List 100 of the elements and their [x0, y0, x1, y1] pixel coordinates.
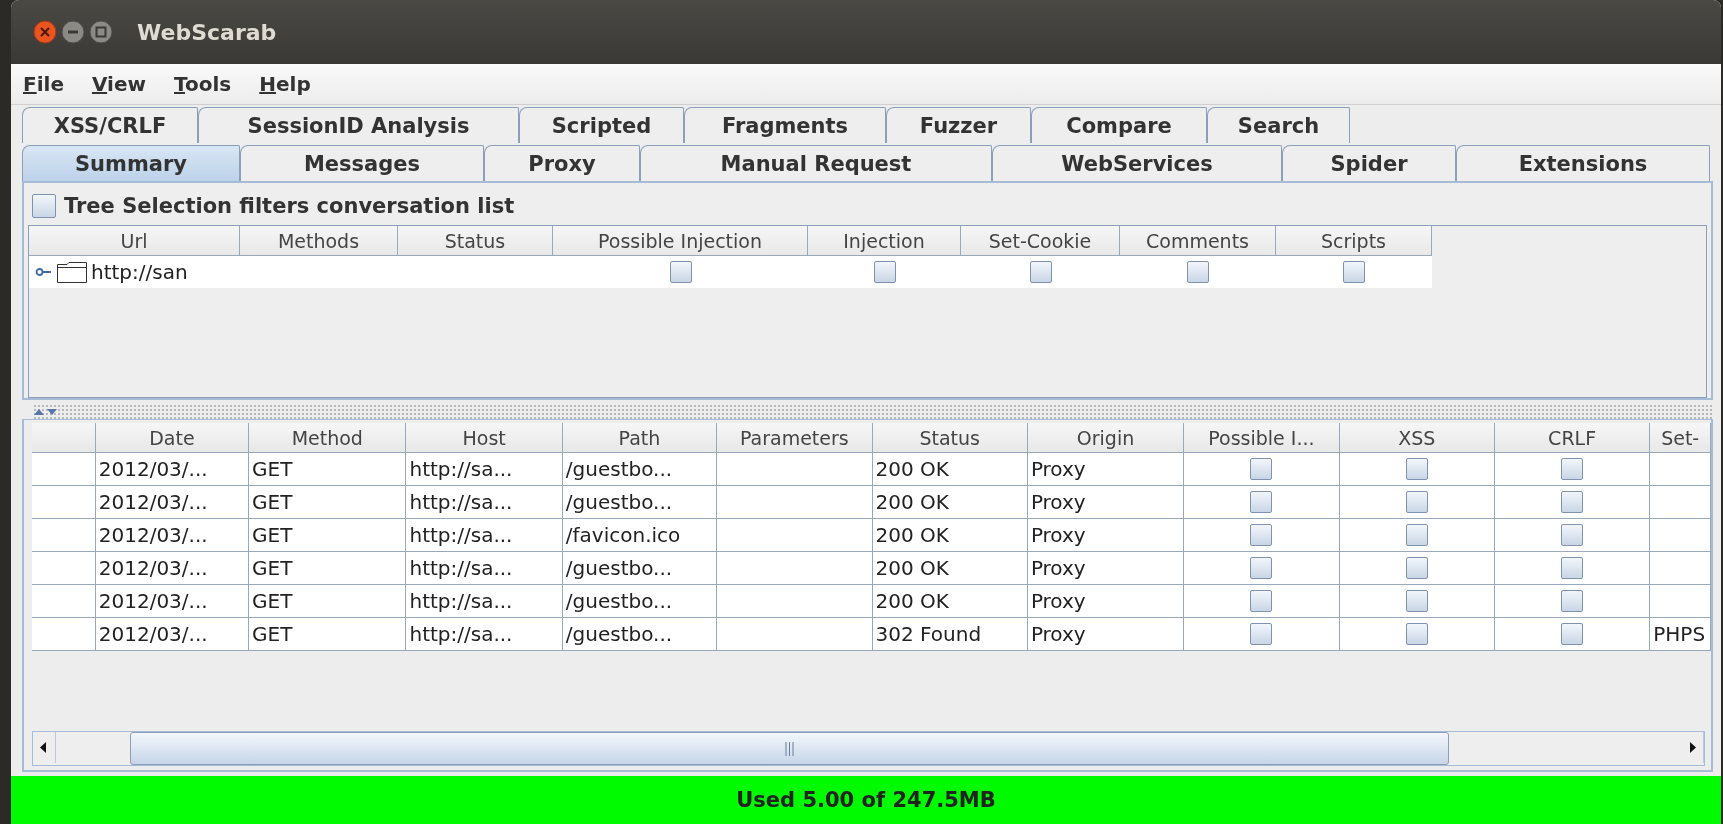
- horizontal-scrollbar[interactable]: [32, 731, 1705, 766]
- checkbox[interactable]: [1561, 491, 1584, 513]
- column-header[interactable]: Origin: [1027, 423, 1185, 453]
- column-header[interactable]: Possible Injection: [553, 226, 808, 256]
- checkbox[interactable]: [873, 261, 896, 283]
- table-cell: 200 OK: [872, 486, 1028, 519]
- table-cell: 2012/03/...: [95, 585, 250, 618]
- column-header[interactable]: Comments: [1120, 226, 1276, 256]
- tab[interactable]: Compare: [1031, 107, 1207, 143]
- table-cell: http://sa...: [406, 552, 563, 585]
- table-cell: Proxy: [1027, 519, 1185, 552]
- checkbox[interactable]: [1029, 261, 1052, 283]
- column-header[interactable]: Status: [398, 226, 553, 256]
- table-cell: PHPS: [1650, 618, 1711, 651]
- checkbox[interactable]: [1405, 590, 1428, 612]
- table-cell: /guestbo...: [562, 552, 718, 585]
- table-cell: http://sa...: [406, 618, 563, 651]
- column-header[interactable]: Set-Cookie: [961, 226, 1120, 256]
- checkbox-label: Tree Selection filters conversation list: [64, 194, 515, 218]
- table-cell: GET: [249, 519, 407, 552]
- close-icon[interactable]: [33, 20, 57, 44]
- tab[interactable]: Summary: [22, 145, 240, 181]
- checkbox[interactable]: [1561, 524, 1584, 546]
- checkbox[interactable]: [1187, 261, 1209, 283]
- column-header[interactable]: Injection: [808, 226, 961, 256]
- checkbox[interactable]: [1561, 557, 1584, 579]
- checkbox[interactable]: [1405, 623, 1428, 645]
- table-cell: GET: [249, 552, 407, 585]
- table-cell: GET: [249, 486, 407, 519]
- menu-item[interactable]: File: [23, 72, 64, 96]
- column-header[interactable]: Methods: [240, 226, 398, 256]
- table-cell: 2012/03/...: [95, 486, 250, 519]
- table-cell: http://sa...: [406, 519, 563, 552]
- checkbox[interactable]: [1250, 491, 1273, 513]
- tab[interactable]: WebServices: [992, 145, 1282, 181]
- checkbox[interactable]: [1405, 524, 1428, 546]
- checkbox[interactable]: [1561, 590, 1584, 612]
- tab[interactable]: Spider: [1282, 145, 1456, 181]
- menu-item[interactable]: Tools: [174, 72, 232, 96]
- tab[interactable]: Scripted: [519, 107, 684, 143]
- checkbox[interactable]: [1405, 557, 1428, 579]
- column-header[interactable]: Possible I...: [1184, 423, 1340, 453]
- table-cell: /guestbo...: [562, 453, 718, 486]
- table-cell: GET: [249, 453, 407, 486]
- table-cell: 200 OK: [872, 552, 1028, 585]
- table-cell: 200 OK: [872, 519, 1028, 552]
- column-header[interactable]: Url: [29, 226, 240, 256]
- checkbox[interactable]: [1250, 557, 1273, 579]
- column-header[interactable]: [32, 423, 96, 453]
- table-cell: 200 OK: [872, 453, 1028, 486]
- column-header[interactable]: Scripts: [1276, 226, 1432, 256]
- checkbox[interactable]: [32, 194, 56, 218]
- checkbox[interactable]: [1405, 458, 1428, 480]
- table-cell: 200 OK: [872, 585, 1028, 618]
- tab[interactable]: Fragments: [684, 107, 886, 143]
- column-header[interactable]: Set-: [1650, 423, 1711, 453]
- checkbox[interactable]: [1250, 524, 1273, 546]
- column-header[interactable]: XSS: [1339, 423, 1495, 453]
- checkbox[interactable]: [1250, 458, 1273, 480]
- table-cell: 2012/03/...: [95, 453, 250, 486]
- menu-item[interactable]: Help: [259, 72, 311, 96]
- tab[interactable]: Fuzzer: [886, 107, 1031, 143]
- tab[interactable]: XSS/CRLF: [22, 107, 198, 143]
- table-cell: Proxy: [1027, 618, 1185, 651]
- column-header[interactable]: Status: [872, 423, 1028, 453]
- checkbox[interactable]: [1405, 491, 1428, 513]
- column-header[interactable]: Host: [406, 423, 563, 453]
- minimize-icon[interactable]: [61, 20, 85, 44]
- scrollbar-thumb[interactable]: [130, 732, 1449, 765]
- checkbox[interactable]: [669, 261, 692, 283]
- folder-icon: [56, 260, 88, 284]
- table-cell: /favicon.ico: [562, 519, 718, 552]
- checkbox[interactable]: [1343, 261, 1365, 283]
- column-header[interactable]: Path: [562, 423, 718, 453]
- column-header[interactable]: CRLF: [1494, 423, 1651, 453]
- collapse-arrows-icon[interactable]: [33, 407, 59, 416]
- tab[interactable]: Proxy: [484, 145, 640, 181]
- table-cell: /guestbo...: [562, 618, 718, 651]
- column-header[interactable]: Parameters: [717, 423, 873, 453]
- expand-handle-icon[interactable]: [35, 267, 53, 277]
- menu-item[interactable]: View: [91, 72, 146, 96]
- tab[interactable]: Manual Request: [640, 145, 992, 181]
- table-cell: Proxy: [1027, 585, 1185, 618]
- grip-icon: [785, 741, 794, 756]
- tab[interactable]: Search: [1207, 107, 1350, 143]
- tab[interactable]: Messages: [240, 145, 484, 181]
- table-cell: 2012/03/...: [95, 552, 250, 585]
- tab[interactable]: SessionID Analysis: [198, 107, 519, 143]
- memory-usage-text: Used 5.00 of 247.5MB: [736, 788, 996, 812]
- tab[interactable]: Extensions: [1456, 145, 1710, 181]
- checkbox[interactable]: [1250, 623, 1273, 645]
- checkbox[interactable]: [1561, 458, 1584, 480]
- table-cell: http://sa...: [406, 453, 563, 486]
- checkbox[interactable]: [1561, 623, 1584, 645]
- table-cell: Proxy: [1027, 552, 1185, 585]
- checkbox[interactable]: [1250, 590, 1273, 612]
- column-header[interactable]: Method: [249, 423, 407, 453]
- maximize-icon[interactable]: [89, 20, 113, 44]
- table-cell: http://sa...: [406, 585, 563, 618]
- column-header[interactable]: Date: [95, 423, 250, 453]
